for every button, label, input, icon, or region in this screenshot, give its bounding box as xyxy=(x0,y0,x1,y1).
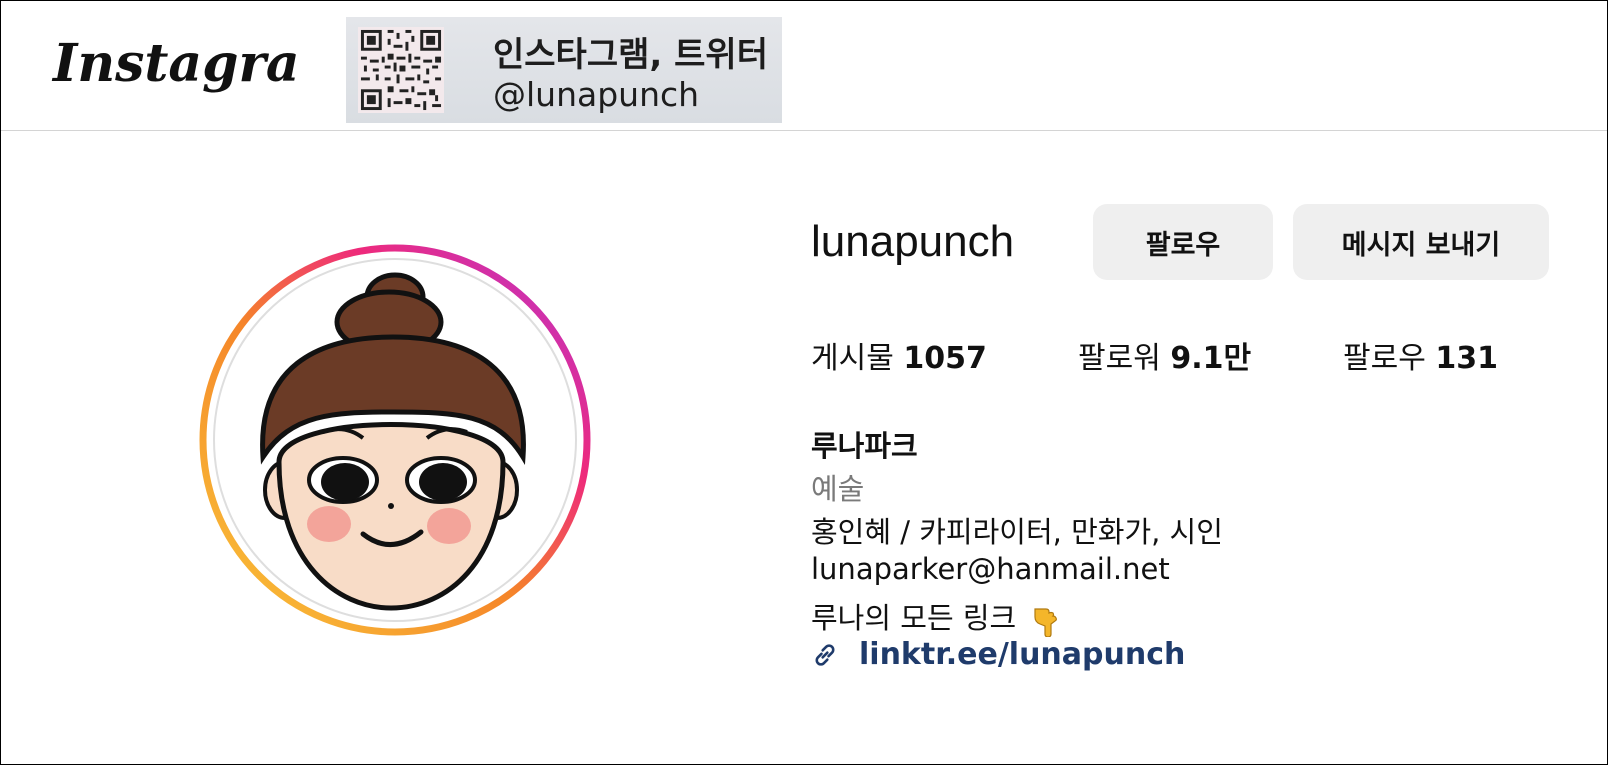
link-icon xyxy=(815,643,835,666)
message-button[interactable]: 메시지 보내기 xyxy=(1293,204,1549,280)
stat-followers[interactable]: 팔로워 9.1만 xyxy=(1078,333,1251,377)
bio-external-link[interactable]: linktr.ee/lunapunch xyxy=(811,637,1185,672)
instagram-logo[interactable]: Instagram xyxy=(51,23,301,113)
bio-email: lunaparker@hanmail.net xyxy=(811,552,1170,586)
stat-following-value: 131 xyxy=(1435,341,1498,376)
avatar-illustration xyxy=(199,244,591,636)
screenshot-frame: Instagram xyxy=(0,0,1608,765)
logo-text: Instagram xyxy=(51,33,301,94)
bio-links-text: 루나의 모든 링크 xyxy=(811,601,1017,635)
stat-posts: 게시물 1057 xyxy=(811,333,987,377)
follow-button[interactable]: 팔로우 xyxy=(1093,204,1273,280)
stat-posts-label: 게시물 xyxy=(811,341,894,376)
bio-display-name: 루나파크 xyxy=(811,429,918,463)
bio-link-text: linktr.ee/lunapunch xyxy=(859,637,1186,672)
stat-followers-label: 팔로워 xyxy=(1078,341,1161,376)
bio-description: 홍인혜 / 카피라이터, 만화가, 시인 xyxy=(811,515,1223,549)
bio-links-line: 루나의 모든 링크 xyxy=(811,595,1065,637)
profile-username: lunapunch xyxy=(811,217,1015,266)
banner-title: 인스타그램, 트위터 xyxy=(493,35,768,75)
top-bar: Instagram xyxy=(1,1,1607,131)
bio-category: 예술 xyxy=(811,472,865,506)
banner-handle: @lunapunch xyxy=(493,75,700,114)
pointing-down-hand-icon xyxy=(1034,608,1058,637)
qr-banner: 인스타그램, 트위터 @lunapunch xyxy=(346,17,782,123)
stat-following-label: 팔로우 xyxy=(1343,341,1426,376)
stat-followers-value: 9.1만 xyxy=(1170,341,1252,376)
stat-posts-value: 1057 xyxy=(903,341,987,376)
profile-avatar[interactable] xyxy=(197,242,593,638)
qr-code-icon xyxy=(358,27,444,113)
stat-following[interactable]: 팔로우 131 xyxy=(1343,333,1498,377)
